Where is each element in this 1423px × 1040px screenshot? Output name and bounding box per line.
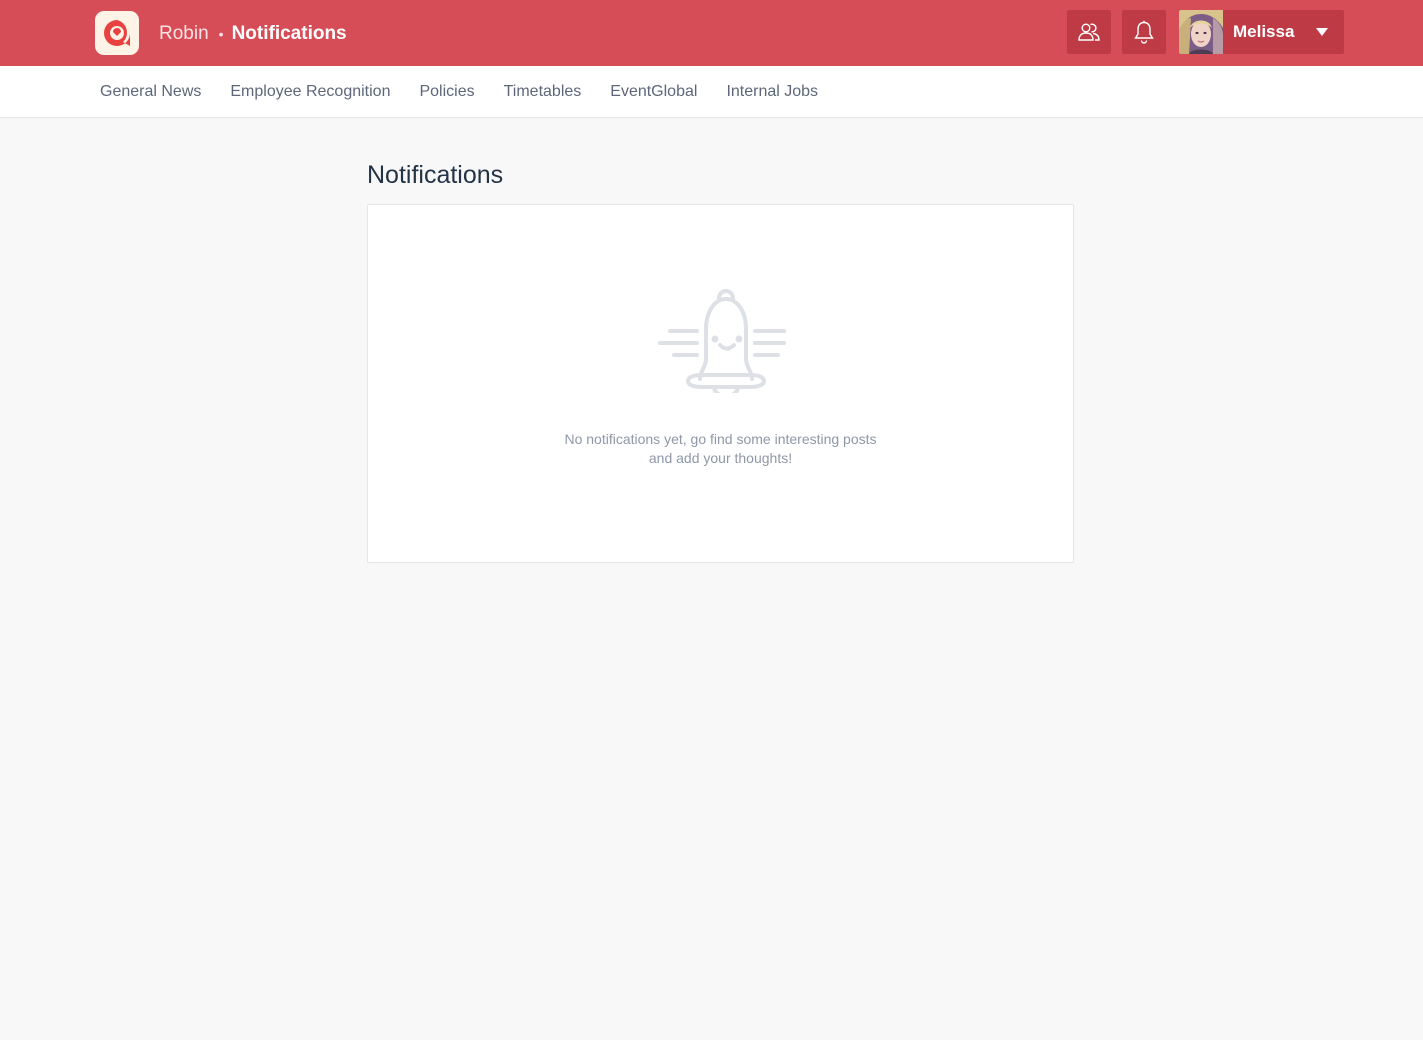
people-button[interactable] [1067, 10, 1111, 54]
user-menu[interactable]: Melissa [1179, 10, 1344, 54]
nav-item-employee-recognition[interactable]: Employee Recognition [230, 81, 390, 103]
page-title: Notifications [367, 161, 504, 189]
nav-item-eventglobal[interactable]: EventGlobal [610, 81, 697, 103]
nav-item-internal-jobs[interactable]: Internal Jobs [726, 81, 818, 103]
empty-state-line-1: No notifications yet, go find some inter… [564, 431, 877, 447]
caret-down-icon [1316, 28, 1328, 36]
people-icon [1078, 23, 1100, 41]
breadcrumb-separator: • [218, 26, 224, 42]
notifications-button[interactable] [1122, 10, 1166, 54]
avatar [1179, 10, 1223, 54]
breadcrumb: Robin • Notifications [159, 22, 347, 46]
empty-state-line-2: and add your thoughts! [648, 450, 793, 466]
top-header: Robin • Notifications Melissa [0, 0, 1423, 66]
category-nav: General News Employee Recognition Polici… [0, 66, 1423, 118]
empty-state-message: No notifications yet, go find some inter… [368, 430, 1073, 468]
app-logo[interactable] [95, 11, 139, 55]
smiling-bell-icon [658, 289, 786, 393]
bell-icon [1134, 20, 1154, 44]
notifications-card: No notifications yet, go find some inter… [367, 204, 1074, 563]
logo-icon [104, 20, 130, 46]
breadcrumb-app-name[interactable]: Robin [159, 22, 209, 46]
nav-item-timetables[interactable]: Timetables [504, 81, 582, 103]
nav-item-policies[interactable]: Policies [419, 81, 474, 103]
nav-item-general-news[interactable]: General News [100, 81, 201, 103]
user-name: Melissa [1233, 22, 1295, 41]
breadcrumb-current-page: Notifications [231, 23, 347, 44]
